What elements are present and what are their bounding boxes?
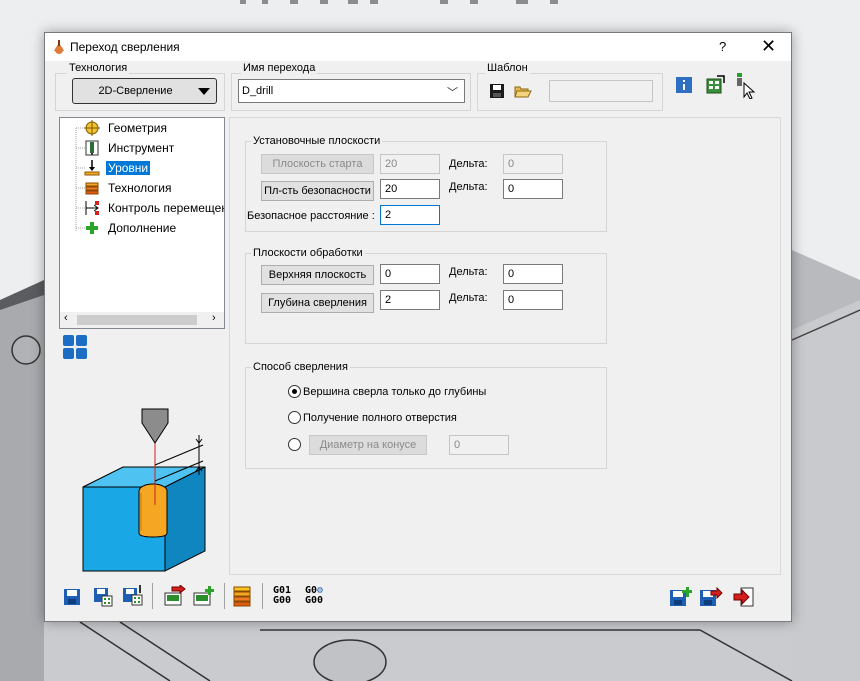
simulate-icon[interactable] — [162, 585, 186, 607]
radio-drill-tip-to-depth[interactable] — [288, 385, 301, 398]
tree-item-label: Уровни — [106, 161, 151, 175]
gcode-settings-button[interactable]: G0⚙ G00 — [301, 586, 327, 606]
pointer-tool-icon[interactable] — [735, 73, 757, 99]
crosshair-icon — [84, 120, 100, 136]
toolbar-separator — [152, 583, 153, 609]
upper-plane-button[interactable]: Верхняя плоскость — [261, 265, 374, 285]
close-button[interactable]: ✕ — [761, 36, 776, 57]
operation-name-label: Имя перехода — [241, 62, 318, 74]
gcode-button[interactable]: G01 G00 — [270, 586, 294, 606]
operation-name-value: D_drill — [242, 85, 274, 97]
operation-name-field[interactable]: D_drill ﹀ — [238, 79, 465, 103]
save-calculate-all-icon[interactable] — [122, 585, 144, 607]
toolbar-separator — [224, 583, 225, 609]
movement-icon — [85, 201, 99, 215]
tree-item-label: Дополнение — [108, 221, 177, 235]
setup-planes-title: Установочные плоскости — [251, 135, 383, 147]
tree-horizontal-scrollbar[interactable]: ‹ › — [60, 312, 224, 328]
scroll-right-icon[interactable]: › — [212, 312, 216, 324]
tree-item-label: Геометрия — [108, 121, 167, 135]
template-open-icon[interactable] — [514, 83, 532, 99]
chevron-down-icon — [198, 88, 210, 95]
simulate-add-icon[interactable] — [192, 585, 216, 607]
start-plane-field[interactable]: 20 — [380, 154, 440, 174]
drilling-preview-image — [82, 408, 206, 572]
upper-delta-field[interactable]: 0 — [503, 264, 563, 284]
levels-icon — [84, 160, 100, 176]
radio-cone-diameter[interactable] — [288, 438, 301, 451]
start-delta-field[interactable]: 0 — [503, 154, 563, 174]
safety-plane-field[interactable]: 20 — [380, 179, 440, 199]
save-exit-icon[interactable] — [699, 586, 723, 608]
drill-depth-button[interactable]: Глубина сверления — [261, 293, 374, 313]
start-plane-button[interactable]: Плоскость старта — [261, 154, 374, 174]
depth-delta-label: Дельта: — [449, 292, 488, 304]
technology-value: 2D-Сверление — [98, 85, 173, 97]
save-add-icon[interactable] — [669, 586, 693, 608]
chevron-down-icon: ﹀ — [447, 87, 458, 99]
tool-icon — [85, 140, 99, 156]
save-calculate-icon[interactable] — [93, 587, 113, 607]
radio-full-hole[interactable] — [288, 411, 301, 424]
drill-depth-field[interactable]: 2 — [380, 290, 440, 310]
radio-full-hole-label[interactable]: Получение полного отверстия — [303, 412, 457, 424]
save-icon[interactable] — [63, 588, 81, 606]
window-title: Переход сверления — [70, 40, 180, 54]
template-field — [549, 80, 653, 102]
template-save-icon[interactable] — [489, 83, 505, 99]
stock-layers-icon[interactable] — [232, 585, 254, 607]
safe-distance-field[interactable]: 2 — [380, 205, 440, 225]
upper-plane-field[interactable]: 0 — [380, 264, 440, 284]
technology-dropdown[interactable]: 2D-Сверление — [72, 78, 217, 104]
scroll-thumb[interactable] — [77, 315, 197, 325]
template-label: Шаблон — [485, 62, 530, 74]
tree-item-label: Инструмент — [108, 141, 175, 155]
parameter-tree: Геометрия Инструмент Уровни Технология К… — [59, 117, 225, 329]
exit-icon[interactable] — [733, 586, 755, 608]
upper-delta-label: Дельта: — [449, 266, 488, 278]
radio-drill-tip-label[interactable]: Вершина сверла только до глубины — [303, 386, 486, 398]
title-bar: Переход сверления ? ✕ — [45, 33, 791, 61]
safety-delta-label: Дельта: — [449, 181, 488, 193]
safety-delta-field[interactable]: 0 — [503, 179, 563, 199]
tree-item-label: Технология — [108, 181, 172, 195]
tree-item-label: Контроль перемещен — [108, 201, 225, 215]
app-icon — [54, 40, 64, 54]
toolbar-separator — [262, 583, 263, 609]
drill-method-title: Способ сверления — [251, 361, 350, 373]
info-icon[interactable] — [676, 77, 692, 93]
technology-label: Технология — [67, 62, 130, 74]
safety-plane-button[interactable]: Пл-сть безопасности — [261, 181, 374, 201]
calculator-icon[interactable] — [705, 75, 725, 95]
depth-delta-field[interactable]: 0 — [503, 290, 563, 310]
start-delta-label: Дельта: — [449, 158, 488, 170]
layout-grid-icon[interactable] — [63, 335, 87, 359]
machining-planes-title: Плоскости обработки — [251, 247, 365, 259]
cone-diameter-button[interactable]: Диаметр на конусе — [309, 435, 427, 455]
safe-distance-label: Безопасное расстояние : — [247, 210, 375, 222]
drilling-operation-dialog: Переход сверления ? ✕ Технология 2D-Свер… — [44, 32, 792, 622]
plus-icon — [86, 222, 98, 234]
layers-icon — [85, 182, 99, 195]
cone-diameter-field[interactable]: 0 — [449, 435, 509, 455]
help-button[interactable]: ? — [719, 39, 726, 54]
scroll-left-icon[interactable]: ‹ — [64, 312, 68, 324]
